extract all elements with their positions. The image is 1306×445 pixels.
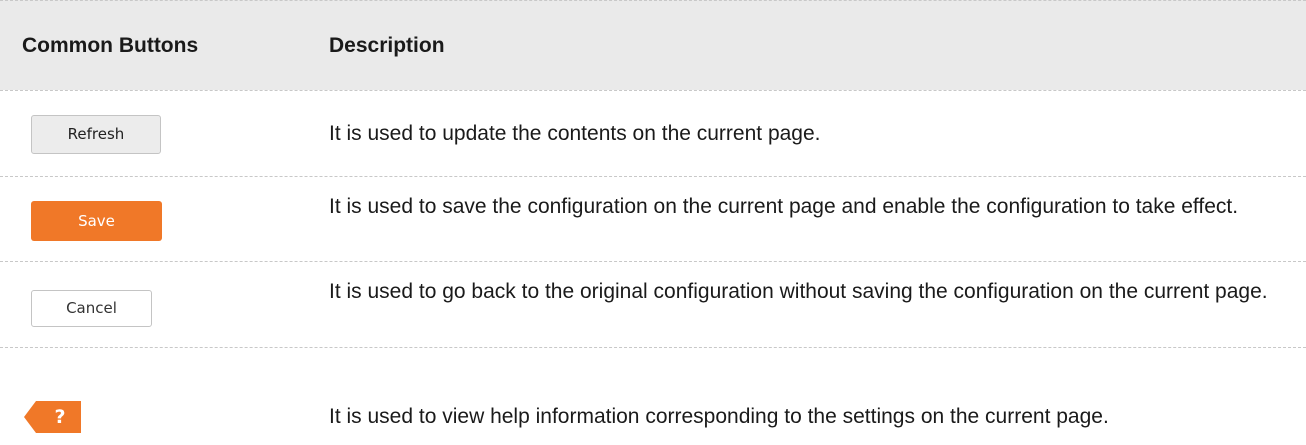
save-description: It is used to save the configuration on …	[329, 195, 1239, 218]
help-description: It is used to view help information corr…	[329, 405, 1109, 428]
cancel-button[interactable]: Cancel	[31, 290, 152, 327]
table-row: Save It is used to save the configuratio…	[0, 176, 1306, 261]
refresh-description: It is used to update the contents on the…	[329, 122, 821, 145]
table-row: Cancel It is used to go back to the orig…	[0, 261, 1306, 347]
header-common-buttons: Common Buttons	[22, 34, 199, 57]
help-glyph: ?	[54, 406, 66, 428]
help-button[interactable]: ?	[24, 401, 81, 433]
header-description: Description	[329, 34, 445, 57]
cancel-description: It is used to go back to the original co…	[329, 280, 1268, 303]
buttons-table: Common Buttons Description Refresh It is…	[0, 0, 1306, 445]
refresh-button[interactable]: Refresh	[31, 115, 161, 154]
table-row: Refresh It is used to update the content…	[0, 90, 1306, 176]
table-header-row: Common Buttons Description	[0, 0, 1306, 90]
save-button[interactable]: Save	[31, 201, 162, 241]
table-row: ? It is used to view help information co…	[0, 347, 1306, 445]
